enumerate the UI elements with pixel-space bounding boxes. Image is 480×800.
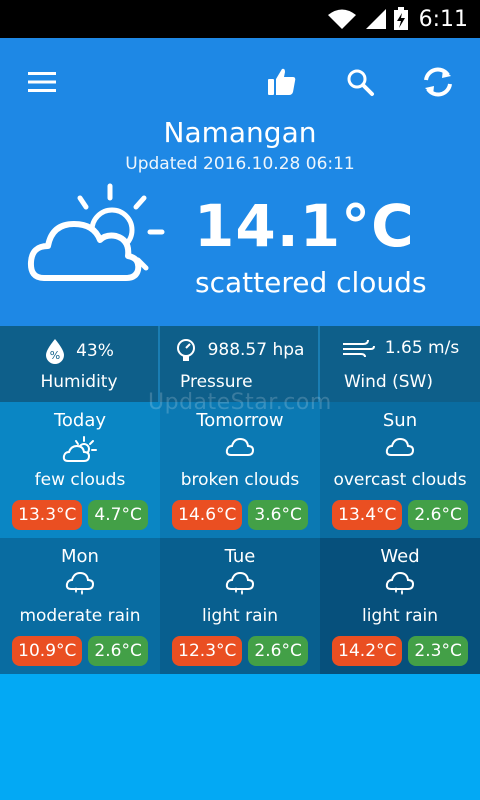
cloud-icon xyxy=(385,437,415,456)
low-temp-badge: 2.3°C xyxy=(408,636,468,666)
wifi-icon xyxy=(327,9,356,29)
empty-background xyxy=(0,674,480,800)
thumbs-up-icon xyxy=(268,68,296,95)
menu-button[interactable] xyxy=(20,60,64,104)
forecast-day: Tue xyxy=(224,546,256,567)
rain-cloud-icon xyxy=(385,571,415,595)
forecast-description: light rain xyxy=(362,606,438,626)
forecast-grid: Today few clouds 13.3°C 4.7°C Tomorrow b… xyxy=(0,402,480,674)
barometer-icon xyxy=(176,339,195,361)
forecast-cell[interactable]: Mon moderate rain 10.9°C 2.6°C xyxy=(0,538,160,674)
current-weather-panel: Namangan Updated 2016.10.28 06:11 14.1°C… xyxy=(0,116,480,326)
wind-value: 1.65 m/s xyxy=(384,338,460,358)
status-time: 6:11 xyxy=(418,6,468,32)
humidity-label: Humidity xyxy=(40,372,118,392)
status-bar: 6:11 xyxy=(0,0,480,38)
pressure-value: 988.57 hpa xyxy=(207,340,305,360)
refresh-button[interactable] xyxy=(416,60,460,104)
low-temp-badge: 2.6°C xyxy=(248,636,308,666)
refresh-icon xyxy=(424,67,452,97)
signal-icon xyxy=(365,9,386,29)
forecast-description: broken clouds xyxy=(180,470,300,490)
forecast-day: Mon xyxy=(61,546,99,567)
low-temp-badge: 4.7°C xyxy=(88,500,148,530)
forecast-cell[interactable]: Tue light rain 12.3°C 2.6°C xyxy=(160,538,320,674)
forecast-cell[interactable]: Wed light rain 14.2°C 2.3°C xyxy=(320,538,480,674)
svg-text:%: % xyxy=(50,349,60,362)
pressure-label: Pressure xyxy=(180,372,253,392)
forecast-cell[interactable]: Tomorrow broken clouds 14.6°C 3.6°C xyxy=(160,402,320,538)
forecast-day: Sun xyxy=(382,410,418,431)
wind-label: Wind (SW) xyxy=(344,372,433,392)
like-button[interactable] xyxy=(260,60,304,104)
high-temp-badge: 14.6°C xyxy=(172,500,243,530)
menu-icon xyxy=(28,72,56,92)
forecast-description: few clouds xyxy=(34,470,126,490)
status-icons xyxy=(327,7,409,31)
high-temp-badge: 13.4°C xyxy=(332,500,403,530)
humidity-stat: % 43% Humidity xyxy=(0,326,160,402)
low-temp-badge: 3.6°C xyxy=(248,500,308,530)
high-temp-badge: 10.9°C xyxy=(12,636,83,666)
search-button[interactable] xyxy=(338,60,382,104)
forecast-description: light rain xyxy=(202,606,278,626)
watermark: UpdateStar.com xyxy=(148,390,332,415)
search-icon xyxy=(347,69,374,96)
battery-icon xyxy=(393,7,408,30)
rain-cloud-icon xyxy=(225,571,255,595)
forecast-day: Wed xyxy=(380,546,420,567)
forecast-description: overcast clouds xyxy=(333,470,467,490)
wind-icon xyxy=(342,339,375,358)
partly-cloudy-icon xyxy=(27,183,165,281)
high-temp-badge: 14.2°C xyxy=(332,636,403,666)
updated-timestamp: Updated 2016.10.28 06:11 xyxy=(125,154,355,174)
rain-cloud-icon xyxy=(65,571,95,595)
forecast-cell[interactable]: Sun overcast clouds 13.4°C 2.6°C xyxy=(320,402,480,538)
high-temp-badge: 13.3°C xyxy=(12,500,83,530)
sun-cloud-icon xyxy=(62,436,97,462)
city-name: Namangan xyxy=(163,116,317,149)
humidity-value: 43% xyxy=(76,341,114,361)
forecast-cell[interactable]: Today few clouds 13.3°C 4.7°C xyxy=(0,402,160,538)
current-temperature: 14.1°C xyxy=(194,192,415,260)
low-temp-badge: 2.6°C xyxy=(408,500,468,530)
humidity-drop-icon: % xyxy=(46,339,65,364)
low-temp-badge: 2.6°C xyxy=(88,636,148,666)
app-bar xyxy=(0,38,480,124)
forecast-day: Today xyxy=(53,410,107,431)
high-temp-badge: 12.3°C xyxy=(172,636,243,666)
forecast-description: moderate rain xyxy=(19,606,141,626)
cloud-icon xyxy=(225,437,255,456)
wind-stat: 1.65 m/s Wind (SW) xyxy=(320,326,480,402)
current-condition: scattered clouds xyxy=(195,266,427,299)
